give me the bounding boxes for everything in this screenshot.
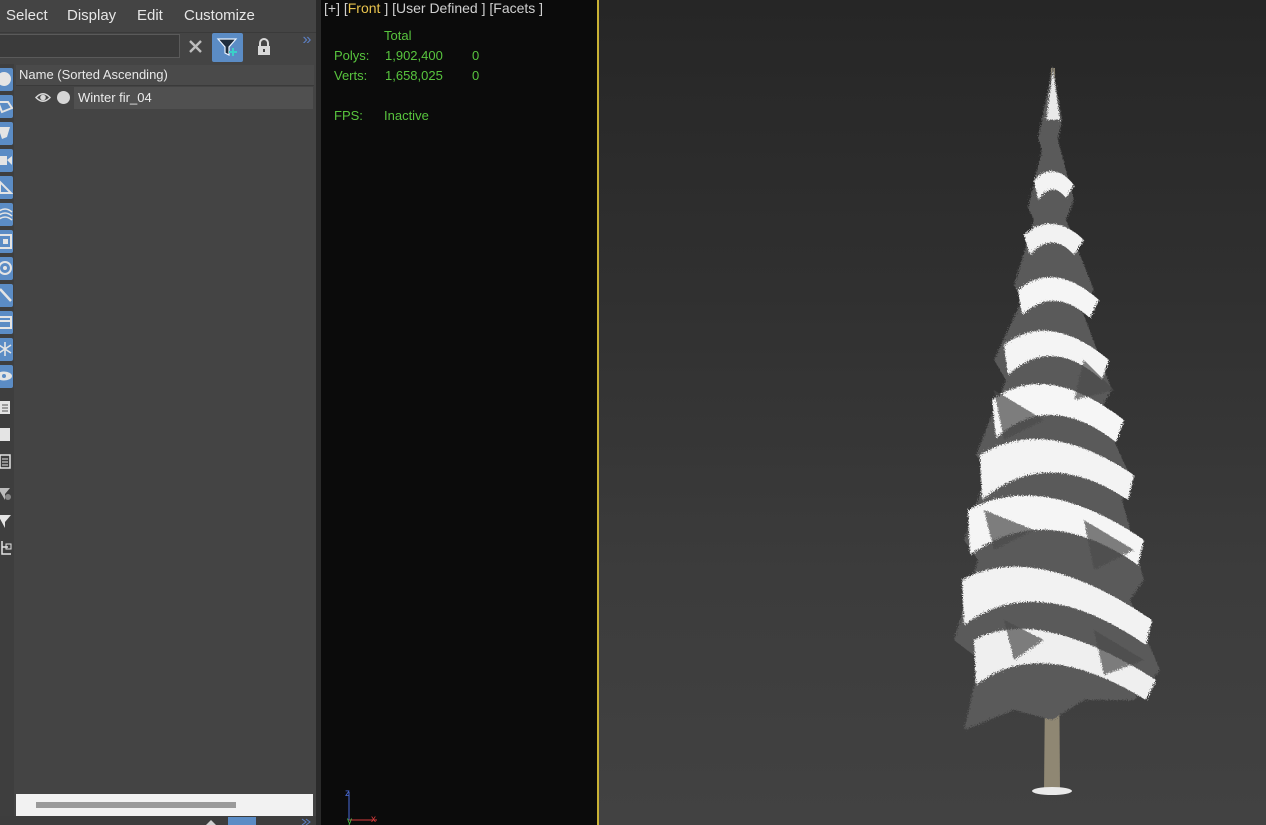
snowflake-icon [0,342,12,356]
display-filter-strip [0,64,14,825]
hierarchy-icon [1,541,12,555]
lock-selection-button[interactable] [254,36,274,58]
stats-polys-total: 1,902,400 [385,48,443,63]
filter-bones-button[interactable] [0,284,13,307]
menu-customize[interactable]: Customize [184,7,255,24]
explorer-mode-tab[interactable] [228,817,256,825]
document-icon [0,454,11,469]
list-icon [0,401,10,414]
spacewarp-icon [0,208,13,221]
xref-icon [0,261,12,275]
scene-explorer-panel: Select Display Edit Customize » Name (So… [0,0,316,825]
select-all-button[interactable] [0,398,13,418]
stats-fps-label: FPS: [334,108,363,123]
axis-y-label: y [347,816,352,825]
stats-fps-value: Inactive [384,108,429,123]
square-icon [0,428,10,441]
axis-x-label: x [371,814,376,825]
menu-bar: Select Display Edit Customize [0,0,316,33]
menu-edit[interactable]: Edit [137,7,163,24]
filter-containers-button[interactable] [0,311,13,334]
display-children-button[interactable] [0,484,13,504]
filter-frozen-button[interactable] [0,338,13,361]
select-none-button[interactable] [0,425,13,445]
lock-icon [258,38,270,55]
list-item[interactable]: Winter fir_04 [16,87,313,109]
close-icon [189,40,202,53]
shape-icon [0,101,13,114]
menu-display[interactable]: Display [67,7,116,24]
axis-z-label: z [345,788,350,799]
filter-hidden-button[interactable] [0,365,13,388]
helper-icon [0,180,13,194]
filter-groups-button[interactable] [0,230,13,253]
winter-fir-model[interactable] [934,60,1174,800]
funnel-gear-icon [0,488,11,500]
funnel-icon [0,515,11,528]
stats-verts-selected: 0 [472,68,480,83]
light-icon [0,127,10,139]
stats-verts-label: Verts: [334,68,368,83]
scrollbar-thumb[interactable] [36,802,236,808]
filter-toggle-button[interactable] [212,33,243,62]
stats-polys-selected: 0 [472,48,480,63]
group-icon [0,234,12,249]
invert-selection-button[interactable] [0,452,13,472]
filter-cameras-button[interactable] [0,149,13,172]
search-input[interactable] [0,34,180,58]
filter-icon [216,38,238,56]
bone-icon [0,288,12,302]
explorer-toolbar: » [0,30,316,62]
explorer-footer [0,816,316,825]
filter-helpers-button[interactable] [0,176,13,199]
filter-shapes-button[interactable] [0,95,13,118]
stats-polys-label: Polys: [334,48,370,63]
viewport-label: [+] [Front ] [User Defined ] [Facets ] [324,0,544,16]
filter-geometry-button[interactable] [0,68,13,91]
clear-search-button[interactable] [186,36,206,58]
container-icon [0,316,12,329]
eye-icon[interactable] [35,91,51,104]
chevron-right-icon[interactable] [300,817,312,825]
camera-icon [0,156,12,165]
object-name: Winter fir_04 [74,87,313,109]
display-dependents-button[interactable] [0,538,13,558]
eye-icon [0,371,12,381]
sphere-icon [0,72,11,86]
freeze-toggle-icon[interactable] [57,91,70,104]
scene-object-list: Winter fir_04 [16,86,314,794]
viewport-view-menu[interactable]: Front [348,0,381,16]
display-filter-button[interactable] [0,511,13,531]
column-header-name[interactable]: Name (Sorted Ascending) [16,65,314,86]
horizontal-scrollbar[interactable] [16,794,313,816]
viewport-menu-plus[interactable]: [+] [324,0,340,16]
stats-verts-total: 1,658,025 [385,68,443,83]
viewport-display-menu[interactable]: Facets [493,0,535,16]
menu-select[interactable]: Select [6,7,48,24]
viewport-shading-menu[interactable]: User Defined [396,0,478,16]
stats-total-header: Total [384,28,412,43]
layer-icon[interactable] [204,817,218,825]
perspective-viewport[interactable] [599,0,1266,825]
filter-spacewarps-button[interactable] [0,203,13,226]
filter-xrefs-button[interactable] [0,257,13,280]
front-viewport[interactable]: [+] [Front ] [User Defined ] [Facets ] T… [321,0,597,825]
axis-gizmo-icon: z x y [345,788,377,825]
expand-toolbar-button[interactable]: » [298,30,316,50]
filter-lights-button[interactable] [0,122,13,145]
